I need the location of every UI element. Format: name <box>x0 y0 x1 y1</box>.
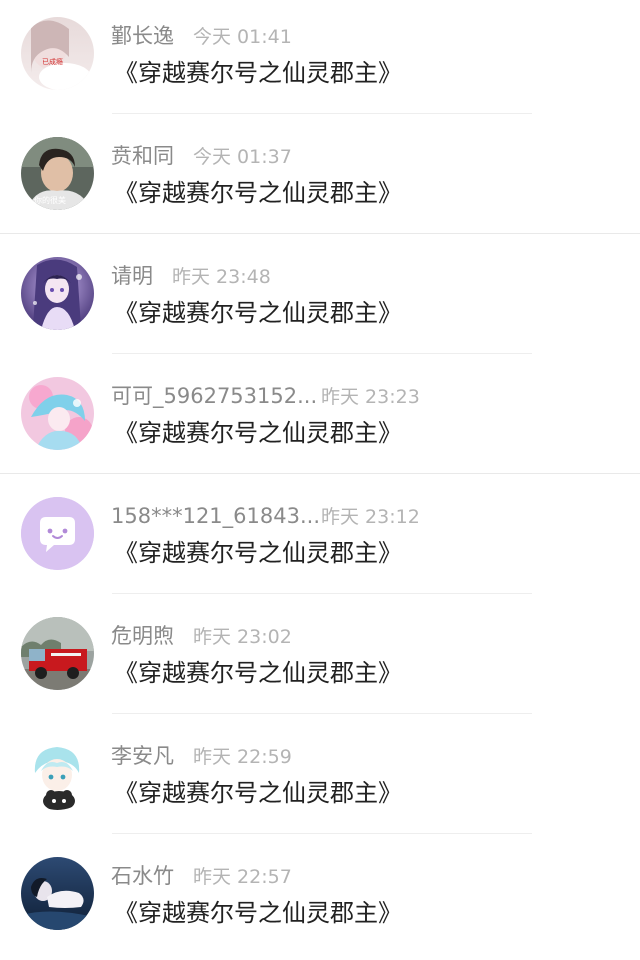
divider <box>112 713 532 714</box>
avatar[interactable]: 你的很美 <box>21 137 94 210</box>
sender-name[interactable]: 鄞长逸 <box>111 22 174 50</box>
message-text: 《穿越赛尔号之仙灵郡主》 <box>114 899 402 927</box>
avatar[interactable] <box>21 737 94 810</box>
sender-name[interactable]: 158***121_61843... <box>111 502 320 530</box>
timestamp: 昨天 23:48 <box>172 266 271 288</box>
avatar-photo-girl-icon: 已成瘾 <box>21 17 94 90</box>
list-item[interactable]: 石水竹 昨天 22:57 《穿越赛尔号之仙灵郡主》 <box>0 840 640 960</box>
timestamp: 昨天 23:02 <box>193 626 292 648</box>
timestamp: 昨天 23:12 <box>321 506 420 528</box>
avatar[interactable] <box>21 617 94 690</box>
avatar-default-chat-bubble-icon <box>21 497 94 570</box>
message-text: 《穿越赛尔号之仙灵郡主》 <box>114 539 402 567</box>
sender-name[interactable]: 李安凡 <box>111 742 174 770</box>
avatar-caption: 你的很美 <box>34 195 66 205</box>
avatar-anime-boy-icon <box>21 737 94 810</box>
list-item[interactable]: 158***121_61843... 昨天 23:12 《穿越赛尔号之仙灵郡主》 <box>0 480 640 600</box>
sender-name[interactable]: 石水竹 <box>111 862 174 890</box>
avatar[interactable] <box>21 257 94 330</box>
message-text: 《穿越赛尔号之仙灵郡主》 <box>114 779 402 807</box>
divider <box>112 593 532 594</box>
message-text: 《穿越赛尔号之仙灵郡主》 <box>114 179 402 207</box>
avatar-photo-man-icon: 你的很美 <box>21 137 94 210</box>
message-list: 已成瘾 鄞长逸 今天 01:41 《穿越赛尔号之仙灵郡主》 你的很美 贲和同 今… <box>0 0 640 943</box>
timestamp: 昨天 23:23 <box>321 386 420 408</box>
avatar[interactable] <box>21 377 94 450</box>
sender-name[interactable]: 危明煦 <box>111 622 174 650</box>
timestamp: 今天 01:37 <box>193 146 292 168</box>
message-text: 《穿越赛尔号之仙灵郡主》 <box>114 299 402 327</box>
list-item[interactable]: 已成瘾 鄞长逸 今天 01:41 《穿越赛尔号之仙灵郡主》 <box>0 0 640 120</box>
message-text: 《穿越赛尔号之仙灵郡主》 <box>114 59 402 87</box>
list-item[interactable]: 李安凡 昨天 22:59 《穿越赛尔号之仙灵郡主》 <box>0 720 640 840</box>
timestamp: 今天 01:41 <box>193 26 292 48</box>
divider <box>112 113 532 114</box>
avatar-anime-girl-purple-icon <box>21 257 94 330</box>
timestamp: 昨天 22:57 <box>193 866 292 888</box>
list-item[interactable]: 请明 昨天 23:48 《穿越赛尔号之仙灵郡主》 <box>0 240 640 360</box>
divider <box>112 353 532 354</box>
sender-name[interactable]: 可可_5962753152... <box>111 382 317 410</box>
sender-name[interactable]: 贲和同 <box>111 142 174 170</box>
avatar[interactable] <box>21 857 94 930</box>
divider <box>112 833 532 834</box>
avatar[interactable]: 已成瘾 <box>21 17 94 90</box>
message-text: 《穿越赛尔号之仙灵郡主》 <box>114 659 402 687</box>
avatar-photo-lying-girl-icon <box>21 857 94 930</box>
message-text: 《穿越赛尔号之仙灵郡主》 <box>114 419 402 447</box>
list-item[interactable]: 你的很美 贲和同 今天 01:37 《穿越赛尔号之仙灵郡主》 <box>0 120 640 240</box>
avatar-anime-girl-blue-icon <box>21 377 94 450</box>
timestamp: 昨天 22:59 <box>193 746 292 768</box>
sender-name[interactable]: 请明 <box>111 262 153 290</box>
divider <box>0 473 640 474</box>
divider <box>0 233 640 234</box>
avatar-caption: 已成瘾 <box>42 57 63 66</box>
avatar[interactable] <box>21 497 94 570</box>
list-item[interactable]: 可可_5962753152... 昨天 23:23 《穿越赛尔号之仙灵郡主》 <box>0 360 640 480</box>
list-item[interactable]: 危明煦 昨天 23:02 《穿越赛尔号之仙灵郡主》 <box>0 600 640 720</box>
avatar-fire-truck-icon <box>21 617 94 690</box>
